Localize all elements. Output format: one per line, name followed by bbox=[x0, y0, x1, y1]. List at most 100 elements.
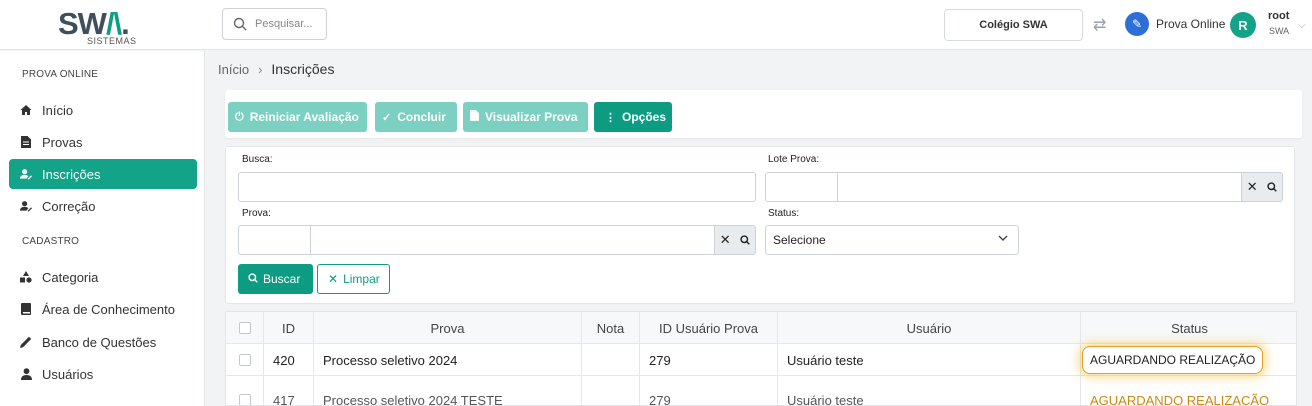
book-icon bbox=[20, 303, 32, 315]
exam-label: Prova: bbox=[242, 208, 271, 219]
chevron-down-icon[interactable]: ⌵ bbox=[1298, 20, 1306, 31]
user-cell: Usuário teste bbox=[778, 376, 1081, 405]
file-icon bbox=[470, 110, 479, 124]
logo[interactable]: SW/\. SISTEMAS bbox=[58, 4, 148, 46]
column-header[interactable]: ID bbox=[264, 312, 314, 344]
status-select-value: Selecione bbox=[773, 233, 826, 247]
breadcrumb: Início › Inscrições bbox=[218, 61, 334, 77]
user-org: SWA bbox=[1269, 26, 1290, 36]
user-name[interactable]: root bbox=[1268, 10, 1289, 22]
avatar[interactable]: R bbox=[1230, 12, 1256, 38]
sidebar: PROVA ONLINE Início Provas Inscrições Co… bbox=[0, 51, 205, 406]
sidebar-item-label: Provas bbox=[42, 134, 83, 150]
exam-actions: ✕ bbox=[714, 225, 756, 255]
search-icon[interactable] bbox=[740, 233, 751, 248]
column-header[interactable]: ID Usuário Prova bbox=[640, 312, 778, 344]
sidebar-item-label: Correção bbox=[42, 198, 96, 214]
column-header[interactable]: Nota bbox=[582, 312, 640, 344]
button-label: Visualizar Prova bbox=[485, 110, 578, 124]
sidebar-item-label: Usuários bbox=[42, 366, 94, 382]
logo-subtitle: SISTEMAS bbox=[87, 36, 137, 46]
column-header[interactable]: Status bbox=[1081, 312, 1296, 344]
filter-panel: Busca: Lote Prova: ✕ Prova: ✕ Status: Se… bbox=[225, 146, 1295, 304]
top-bar: SW/\. SISTEMAS Pesquisar... Colégio SWA … bbox=[0, 0, 1312, 50]
status-select[interactable]: Selecione bbox=[765, 225, 1019, 255]
search-placeholder: Pesquisar... bbox=[255, 18, 313, 30]
user-cell: Usuário teste bbox=[778, 344, 1081, 376]
sidebar-item-label: Categoria bbox=[42, 269, 99, 285]
sidebar-item-label: Inscrições bbox=[42, 166, 101, 182]
sidebar-section-title: PROVA ONLINE bbox=[22, 69, 99, 80]
check-icon: ✓ bbox=[382, 111, 392, 124]
module-label: Prova Online bbox=[1156, 17, 1226, 31]
button-label: Reiniciar Avaliação bbox=[249, 110, 359, 124]
conclude-button[interactable]: ✓ Concluir bbox=[375, 102, 457, 132]
sidebar-item-usuarios[interactable]: Usuários bbox=[9, 359, 197, 389]
table-header: ID Prova Nota ID Usuário Prova Usuário S… bbox=[226, 312, 1296, 344]
exam-cell: Processo seletivo 2024 bbox=[314, 344, 582, 376]
action-toolbar: ⏻ Reiniciar Avaliação ✓ Concluir Visuali… bbox=[225, 90, 1302, 138]
status-cell: AGUARDANDO REALIZAÇÃO bbox=[1090, 393, 1270, 406]
search-icon bbox=[233, 17, 247, 31]
row-checkbox[interactable] bbox=[238, 394, 251, 405]
pencil-icon bbox=[20, 336, 32, 348]
id-cell: 417 bbox=[264, 376, 314, 405]
row-checkbox[interactable] bbox=[238, 354, 251, 366]
sidebar-item-correcao[interactable]: Correção bbox=[9, 191, 197, 221]
chevron-down-icon bbox=[998, 234, 1008, 245]
status-badge: AGUARDANDO REALIZAÇÃO bbox=[1082, 346, 1264, 374]
sidebar-item-area-conhecimento[interactable]: Área de Conhecimento bbox=[9, 294, 197, 324]
user-exam-id-cell: 279 bbox=[640, 344, 778, 376]
sidebar-item-label: Banco de Questões bbox=[42, 334, 157, 350]
school-selector[interactable]: Colégio SWA bbox=[944, 9, 1083, 41]
sidebar-item-inicio[interactable]: Início bbox=[9, 95, 197, 125]
clear-button[interactable]: ✕ Limpar bbox=[317, 264, 390, 294]
search-input[interactable]: Pesquisar... bbox=[222, 8, 327, 40]
close-icon[interactable]: ✕ bbox=[720, 232, 731, 248]
column-header[interactable]: Prova bbox=[314, 312, 582, 344]
search-field[interactable] bbox=[238, 172, 756, 202]
more-vertical-icon: ⋮ bbox=[605, 111, 616, 124]
exam-id-field[interactable] bbox=[238, 225, 311, 255]
exam-module-icon: ✎ bbox=[1125, 12, 1149, 36]
user-check-icon bbox=[20, 200, 32, 212]
sidebar-item-provas[interactable]: Provas bbox=[9, 127, 197, 157]
table-row[interactable]: 420 Processo seletivo 2024 279 Usuário t… bbox=[226, 344, 1296, 376]
lot-id-field[interactable] bbox=[765, 172, 838, 202]
button-label: Concluir bbox=[397, 110, 446, 124]
view-exam-button[interactable]: Visualizar Prova bbox=[463, 102, 588, 132]
module-switcher[interactable]: ✎ Prova Online bbox=[1125, 12, 1225, 36]
button-label: Opções bbox=[622, 110, 667, 124]
sidebar-item-banco-questoes[interactable]: Banco de Questões bbox=[9, 327, 197, 357]
status-cell: AGUARDANDO REALIZAÇÃO bbox=[1081, 344, 1296, 376]
restart-evaluation-button[interactable]: ⏻ Reiniciar Avaliação bbox=[228, 102, 367, 132]
close-icon: ✕ bbox=[328, 272, 339, 286]
swap-icon[interactable]: ⇄ bbox=[1093, 15, 1106, 35]
search-button[interactable]: Buscar bbox=[238, 264, 313, 294]
page-title: Inscrições bbox=[271, 61, 335, 77]
shapes-icon bbox=[20, 271, 32, 283]
user-exam-id-cell: 279 bbox=[640, 376, 778, 405]
button-label: Limpar bbox=[343, 272, 380, 286]
column-header[interactable]: Usuário bbox=[778, 312, 1081, 344]
row-select-cell bbox=[226, 344, 264, 376]
close-icon[interactable]: ✕ bbox=[1247, 179, 1258, 195]
options-button[interactable]: ⋮ Opções bbox=[594, 102, 672, 132]
select-all-checkbox[interactable] bbox=[238, 322, 251, 334]
sidebar-section-title: CADASTRO bbox=[22, 236, 80, 247]
exam-name-field[interactable] bbox=[310, 225, 715, 255]
breadcrumb-home-link[interactable]: Início bbox=[218, 62, 249, 77]
sidebar-item-inscricoes[interactable]: Inscrições bbox=[9, 159, 197, 189]
lot-name-field[interactable] bbox=[837, 172, 1242, 202]
registrations-table: ID Prova Nota ID Usuário Prova Usuário S… bbox=[225, 311, 1297, 406]
grade-cell bbox=[582, 344, 640, 376]
search-icon bbox=[248, 272, 258, 286]
home-icon bbox=[20, 104, 32, 116]
sidebar-item-categoria[interactable]: Categoria bbox=[9, 262, 197, 292]
table-row[interactable]: 417 Processo seletivo 2024 TESTE 279 Usu… bbox=[226, 376, 1296, 406]
user-edit-icon bbox=[20, 168, 32, 180]
row-select-cell bbox=[226, 376, 264, 405]
sidebar-item-label: Início bbox=[42, 102, 74, 118]
grade-cell bbox=[582, 376, 640, 405]
search-icon[interactable] bbox=[1267, 180, 1278, 195]
